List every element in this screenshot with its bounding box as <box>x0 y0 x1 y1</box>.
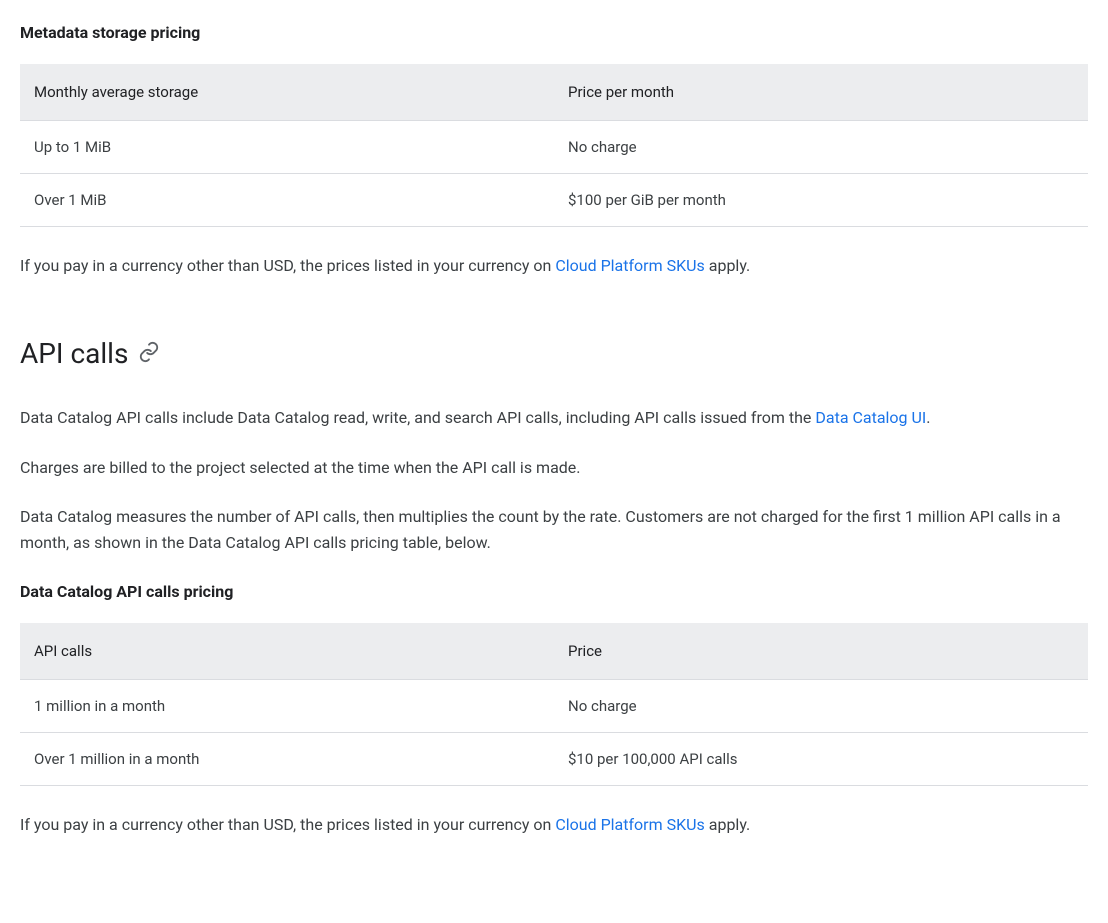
api-calls-table: API calls Price 1 million in a month No … <box>20 623 1088 786</box>
note-text: If you pay in a currency other than USD,… <box>20 256 555 275</box>
cell-price: No charge <box>554 120 1088 173</box>
table-row: 1 million in a month No charge <box>20 679 1088 732</box>
api-calls-heading: API calls <box>20 332 1088 377</box>
note-text: apply. <box>705 256 750 275</box>
cell-price: $100 per GiB per month <box>554 173 1088 226</box>
paragraph-text: Data Catalog API calls include Data Cata… <box>20 408 815 427</box>
heading-text: API calls <box>20 332 128 377</box>
data-catalog-ui-link[interactable]: Data Catalog UI <box>815 408 926 427</box>
cell-price: $10 per 100,000 API calls <box>554 732 1088 785</box>
api-intro-paragraph: Data Catalog API calls include Data Cata… <box>20 405 1088 431</box>
table-row: Over 1 MiB $100 per GiB per month <box>20 173 1088 226</box>
cell-tier: Up to 1 MiB <box>20 120 554 173</box>
table-row: Over 1 million in a month $10 per 100,00… <box>20 732 1088 785</box>
metadata-storage-heading: Metadata storage pricing <box>20 20 1088 46</box>
table-header-storage: Monthly average storage <box>20 64 554 121</box>
cell-tier: Over 1 million in a month <box>20 732 554 785</box>
table-header-api-calls: API calls <box>20 623 554 680</box>
metadata-storage-table: Monthly average storage Price per month … <box>20 64 1088 227</box>
cell-tier: Over 1 MiB <box>20 173 554 226</box>
api-currency-note: If you pay in a currency other than USD,… <box>20 812 1088 838</box>
cell-tier: 1 million in a month <box>20 679 554 732</box>
table-header-price: Price per month <box>554 64 1088 121</box>
cloud-skus-link[interactable]: Cloud Platform SKUs <box>555 815 704 834</box>
table-row: Up to 1 MiB No charge <box>20 120 1088 173</box>
table-header-price: Price <box>554 623 1088 680</box>
api-billing-paragraph: Charges are billed to the project select… <box>20 455 1088 481</box>
cloud-skus-link[interactable]: Cloud Platform SKUs <box>555 256 704 275</box>
api-pricing-table-heading: Data Catalog API calls pricing <box>20 579 1088 605</box>
api-measurement-paragraph: Data Catalog measures the number of API … <box>20 504 1088 555</box>
paragraph-text: . <box>926 408 930 427</box>
note-text: If you pay in a currency other than USD,… <box>20 815 555 834</box>
anchor-link-icon[interactable] <box>138 332 160 377</box>
cell-price: No charge <box>554 679 1088 732</box>
storage-currency-note: If you pay in a currency other than USD,… <box>20 253 1088 279</box>
note-text: apply. <box>705 815 750 834</box>
